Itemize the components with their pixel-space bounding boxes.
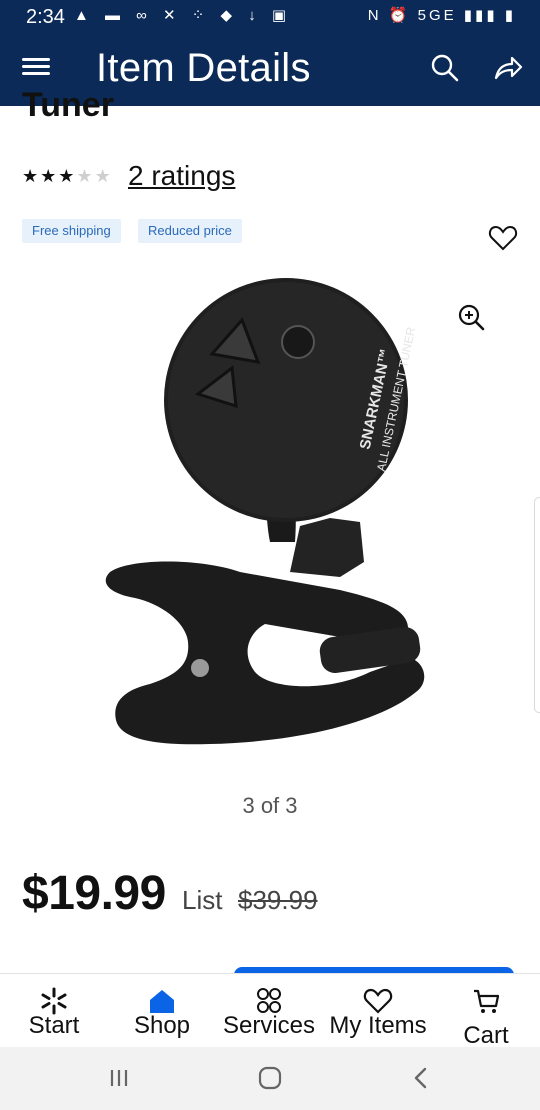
nav-cart-label: Cart: [463, 1022, 509, 1049]
current-price: $19.99: [22, 867, 166, 920]
nav-my-items-label: My Items: [329, 1012, 427, 1039]
product-title: Tuner: [22, 86, 114, 124]
status-bar: 2:34 ▲ ▬ ∞ ✕ ⁘ ◆ ↓ ▣ N ⏰ 5GE ▮▮▮ ▮: [0, 0, 540, 34]
quantity-control-peek[interactable]: [86, 962, 116, 972]
list-price: $39.99: [238, 885, 318, 915]
nav-shop[interactable]: Shop: [122, 974, 202, 1048]
back-icon[interactable]: [406, 1063, 436, 1093]
home-circle-icon[interactable]: [255, 1063, 285, 1093]
notification-icons: ▲ ▬ ∞ ✕ ⁘ ◆ ↓ ▣: [74, 7, 293, 24]
hamburger-icon[interactable]: [22, 54, 50, 82]
share-icon[interactable]: [492, 52, 524, 84]
ratings-link[interactable]: 2 ratings: [128, 160, 235, 192]
product-image[interactable]: SNARKMAN™ ALL INSTRUMENT TUNER: [90, 272, 450, 772]
nav-shop-label: Shop: [133, 1012, 191, 1039]
recents-icon[interactable]: [104, 1063, 134, 1093]
badge-reduced-price: Reduced price: [138, 219, 242, 243]
side-panel-edge[interactable]: [534, 497, 540, 713]
nav-start[interactable]: Start: [12, 974, 96, 1048]
zoom-in-icon[interactable]: [456, 302, 486, 332]
list-price-label: List: [182, 885, 223, 915]
page-title: Item Details: [96, 46, 311, 90]
bottom-navigation: Start Shop Services My Items Cart: [0, 973, 540, 1049]
star-filled-icon: ★: [22, 166, 41, 186]
star-filled-icon: ★: [58, 166, 77, 186]
rating-stars: ★★★★★: [22, 166, 113, 187]
star-filled-icon: ★: [40, 166, 59, 186]
nav-services[interactable]: Services: [216, 974, 322, 1048]
cart-icon: [474, 989, 500, 1013]
nav-my-items[interactable]: My Items: [322, 974, 434, 1048]
badge-free-shipping: Free shipping: [22, 219, 121, 243]
image-pager: 3 of 3: [242, 793, 298, 818]
nav-start-label: Start: [28, 1012, 80, 1039]
nav-cart[interactable]: Cart: [446, 974, 526, 1049]
nav-services-label: Services: [222, 1012, 316, 1039]
search-icon[interactable]: [429, 52, 461, 84]
system-status-icons: N ⏰ 5GE ▮▮▮ ▮: [367, 7, 516, 24]
star-empty-icon: ★: [76, 166, 95, 186]
system-navigation-bar: [0, 1047, 540, 1110]
status-time: 2:34: [26, 6, 65, 28]
star-empty-icon: ★: [94, 166, 113, 186]
favorite-heart-icon[interactable]: [488, 224, 518, 252]
